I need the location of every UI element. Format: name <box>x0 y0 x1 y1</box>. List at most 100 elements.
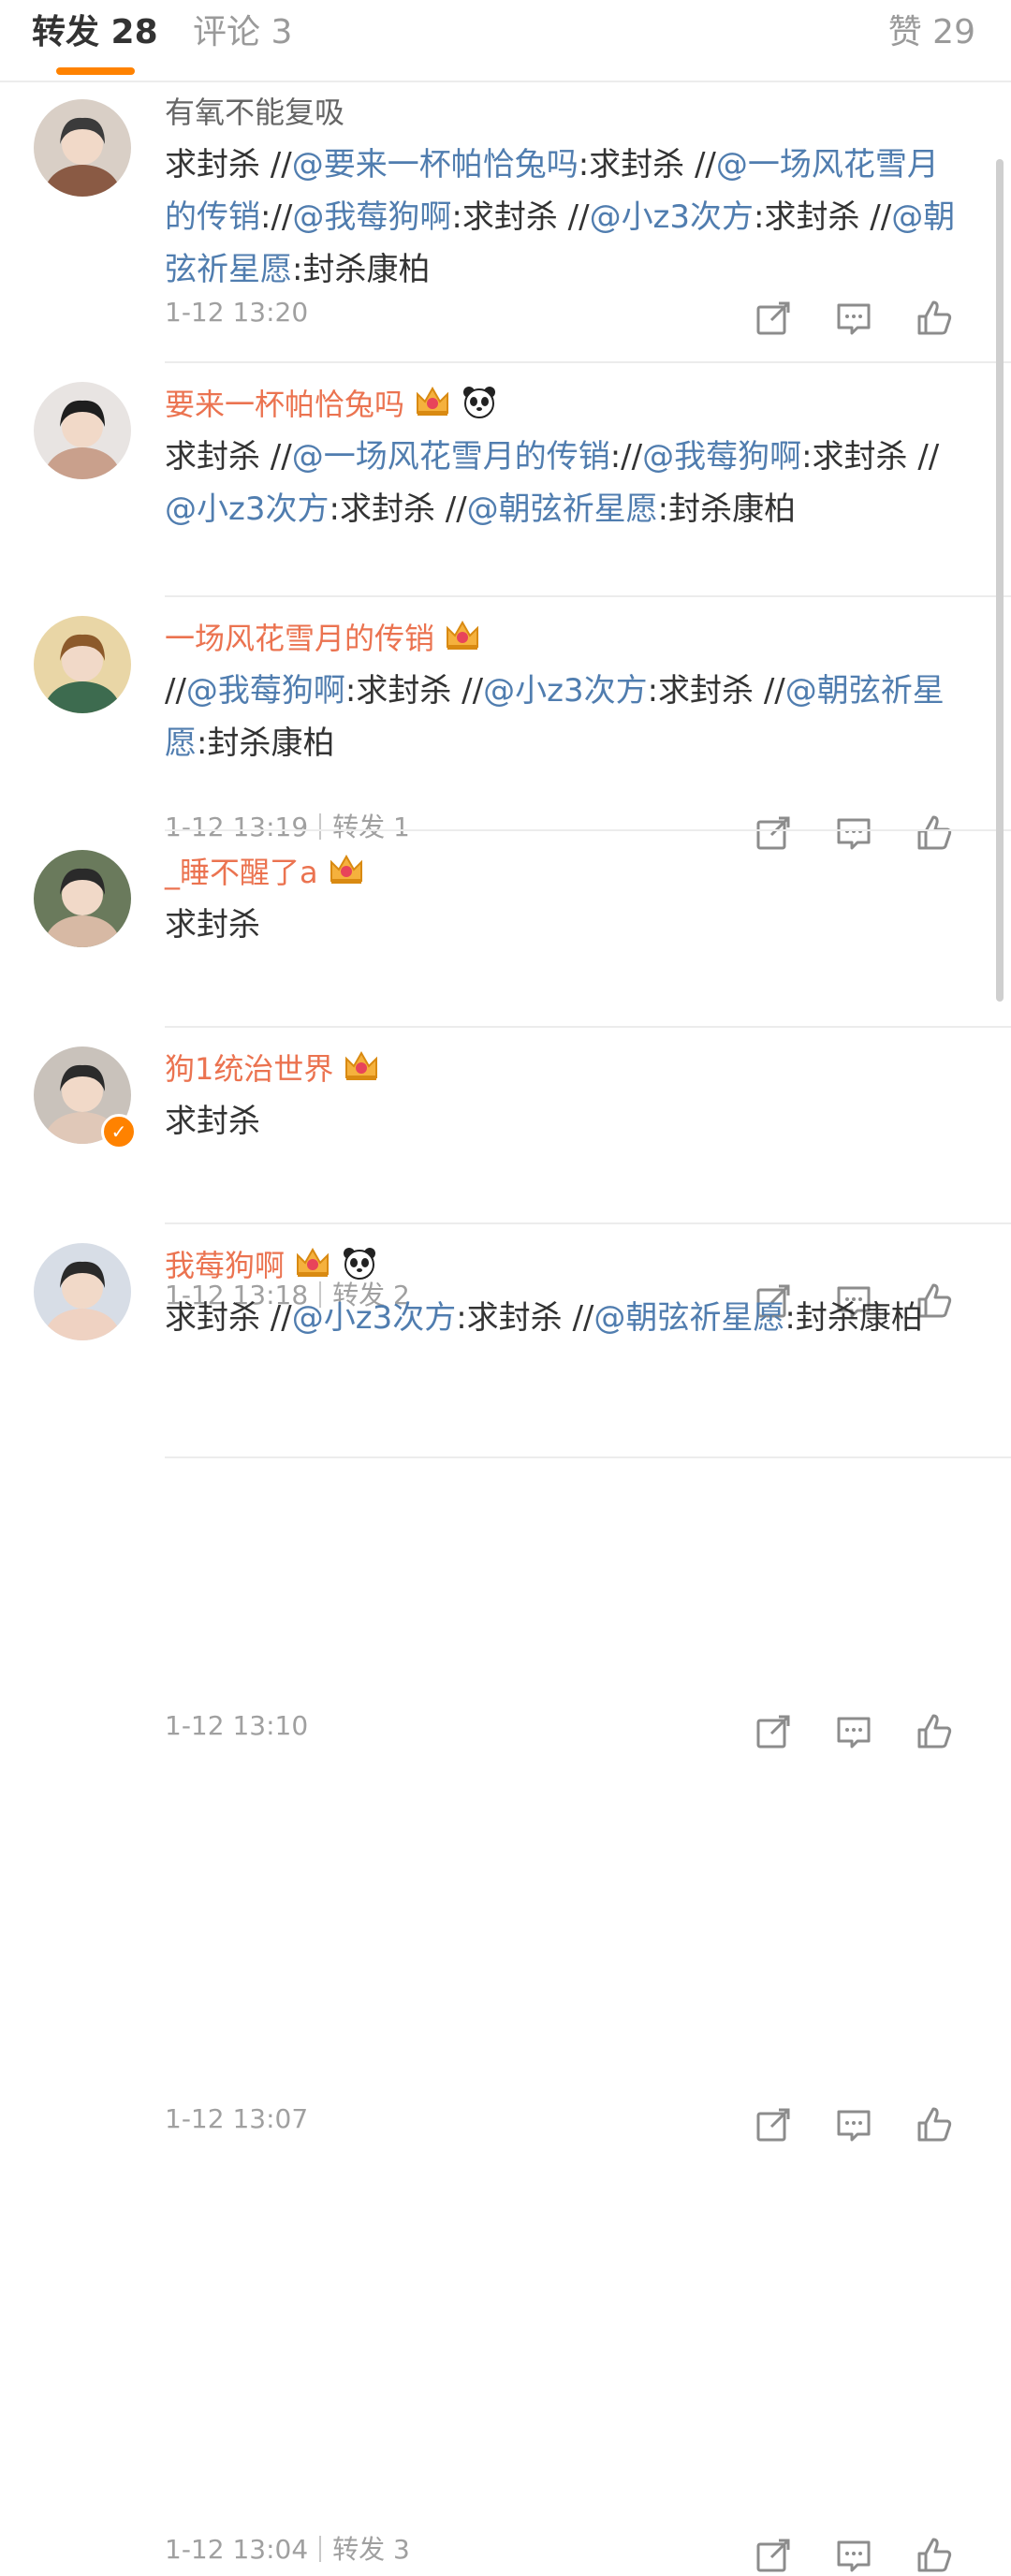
username[interactable]: 狗1统治世界 <box>165 1048 964 1090</box>
timestamp: 1-12 13:20 <box>165 297 309 328</box>
avatar[interactable] <box>34 99 131 197</box>
mention-link[interactable]: @小z3次方 <box>483 672 647 710</box>
mention-link[interactable]: @朝弦祈星愿 <box>467 490 658 528</box>
text-segment: :求封杀 // <box>456 1299 594 1337</box>
action-bar <box>753 298 959 339</box>
text-segment: :// <box>609 438 643 476</box>
crown-badge-icon[interactable] <box>328 853 365 886</box>
text-segment: :// <box>260 198 293 236</box>
username[interactable]: _睡不醒了a <box>165 852 964 893</box>
text-segment: :封杀康柏 <box>657 490 797 528</box>
crown-badge-icon[interactable] <box>444 619 481 652</box>
avatar[interactable] <box>34 382 131 479</box>
comment-icon[interactable] <box>833 2535 874 2576</box>
like-icon[interactable] <box>914 2535 955 2576</box>
repost-text: 求封杀 //@要来一杯帕恰兔吗:求封杀 //@一场风花雪月的传销://@我莓狗啊… <box>165 139 964 296</box>
text-segment: :求封杀 // <box>754 198 892 236</box>
verified-badge-icon: ✓ <box>101 1114 137 1149</box>
scrollbar[interactable] <box>996 159 1004 1002</box>
divider <box>165 1456 1011 1458</box>
mention-link[interactable]: @小z3次方 <box>165 490 329 528</box>
mention-link[interactable]: @小z3次方 <box>590 198 754 236</box>
username-text[interactable]: 有氧不能复吸 <box>165 95 344 130</box>
avatar[interactable] <box>34 616 131 713</box>
repost-item: 我莓狗啊求封杀 //@小z3次方:求封杀 //@朝弦祈星愿:封杀康柏 1-12 1… <box>0 1224 1011 2572</box>
text-segment: :封杀康柏 <box>784 1299 923 1337</box>
repost-icon[interactable] <box>753 2104 794 2145</box>
action-bar <box>753 1711 959 1752</box>
repost-body: 我莓狗啊求封杀 //@小z3次方:求封杀 //@朝弦祈星愿:封杀康柏 1-12 1… <box>165 1245 964 2572</box>
action-bar <box>753 2535 959 2576</box>
timestamp: 1-12 13:04 <box>165 2534 309 2565</box>
repost-meta: 1-12 13:20 <box>165 294 308 331</box>
username-text[interactable]: 一场风花雪月的传销 <box>165 621 434 656</box>
username-text[interactable]: _睡不醒了a <box>165 855 318 890</box>
text-segment: 求封杀 <box>165 1103 260 1140</box>
tab-comments[interactable]: 评论 3 <box>193 9 292 56</box>
comment-icon[interactable] <box>833 298 874 339</box>
crown-badge-icon[interactable] <box>414 385 451 418</box>
mention-link[interactable]: @要来一杯帕恰兔吗 <box>292 146 579 183</box>
mention-link[interactable]: @我莓狗啊 <box>642 438 801 476</box>
text-segment: 求封杀 <box>165 906 260 944</box>
text-segment: 求封杀 // <box>165 438 292 476</box>
text-segment: :求封杀 // <box>801 438 940 476</box>
username-text[interactable]: 要来一杯帕恰兔吗 <box>165 387 404 422</box>
username-text[interactable]: 狗1统治世界 <box>165 1051 333 1087</box>
repost-meta: 1-12 13:07 <box>165 2100 308 2138</box>
like-icon[interactable] <box>914 1711 955 1752</box>
repost-text: 求封杀 //@一场风花雪月的传销://@我莓狗啊:求封杀 //@小z3次方:求封… <box>165 431 964 535</box>
panda-icon[interactable] <box>341 1246 378 1280</box>
repost-text: 求封杀 //@小z3次方:求封杀 //@朝弦祈星愿:封杀康柏 <box>165 1292 964 1344</box>
text-segment: :求封杀 // <box>578 146 716 183</box>
timestamp: 1-12 13:07 <box>165 2103 309 2134</box>
comment-icon[interactable] <box>833 2104 874 2145</box>
tab-likes[interactable]: 赞 29 <box>888 9 975 56</box>
crown-badge-icon[interactable] <box>294 1246 331 1280</box>
text-segment: :求封杀 // <box>451 198 590 236</box>
username[interactable]: 有氧不能复吸 <box>165 92 964 133</box>
repost-icon[interactable] <box>753 1711 794 1752</box>
repost-body: _睡不醒了a 求封杀 1-12 13:10 <box>165 852 964 1749</box>
repost-item: 一场风花雪月的传销 //@我莓狗啊:求封杀 //@小z3次方:求封杀 //@朝弦祈… <box>0 597 1011 1318</box>
mention-link[interactable]: @小z3次方 <box>292 1299 456 1337</box>
mention-link[interactable]: @一场风花雪月的传销 <box>292 438 610 476</box>
mention-link[interactable]: @我莓狗啊 <box>292 198 451 236</box>
timestamp: 1-12 13:10 <box>165 1710 309 1741</box>
repost-body: 要来一杯帕恰兔吗 求封杀 //@一场风花雪月的传销://@我莓狗啊:求封杀 //@… <box>165 384 964 850</box>
text-segment: :求封杀 // <box>329 490 467 528</box>
avatar[interactable] <box>34 850 131 947</box>
text-segment: :封杀康柏 <box>197 724 335 762</box>
text-segment: :求封杀 // <box>344 672 484 710</box>
crown-badge-icon[interactable] <box>343 1049 380 1083</box>
username-text[interactable]: 我莓狗啊 <box>165 1248 285 1283</box>
repost-item: _睡不醒了a 求封杀 1-12 13:10 <box>0 831 1011 1749</box>
mention-link[interactable]: @朝弦祈星愿 <box>593 1299 784 1337</box>
repost-icon[interactable] <box>753 2535 794 2576</box>
active-tab-indicator <box>56 67 135 75</box>
meta-separator <box>319 2536 322 2562</box>
repost-text: 求封杀 <box>165 899 964 951</box>
repost-count[interactable]: 转发 3 <box>332 2534 410 2565</box>
repost-item: 要来一杯帕恰兔吗 求封杀 //@一场风花雪月的传销://@我莓狗啊:求封杀 //@… <box>0 363 1011 850</box>
avatar[interactable] <box>34 1243 131 1340</box>
panda-icon[interactable] <box>461 385 498 418</box>
action-bar <box>753 2104 959 2145</box>
comment-icon[interactable] <box>833 1711 874 1752</box>
text-segment: :封杀康柏 <box>292 251 431 288</box>
repost-icon[interactable] <box>753 298 794 339</box>
mention-link[interactable]: @我莓狗啊 <box>186 672 345 710</box>
tab-repost[interactable]: 转发 28 <box>32 9 158 56</box>
username[interactable]: 一场风花雪月的传销 <box>165 618 964 659</box>
username[interactable]: 我莓狗啊 <box>165 1245 964 1286</box>
repost-item: 有氧不能复吸求封杀 //@要来一杯帕恰兔吗:求封杀 //@一场风花雪月的传销:/… <box>0 82 1011 363</box>
tab-bar: 转发 28 评论 3 赞 29 <box>0 0 1011 82</box>
like-icon[interactable] <box>914 298 955 339</box>
repost-text: 求封杀 <box>165 1095 964 1148</box>
username[interactable]: 要来一杯帕恰兔吗 <box>165 384 964 425</box>
repost-meta: 1-12 13:10 <box>165 1707 308 1745</box>
text-segment: :求封杀 // <box>647 672 785 710</box>
repost-text: //@我莓狗啊:求封杀 //@小z3次方:求封杀 //@朝弦祈星愿:封杀康柏 <box>165 665 964 769</box>
repost-item: ✓ 狗1统治世界 求封杀 1-12 13:07 <box>0 1028 1011 2142</box>
like-icon[interactable] <box>914 2104 955 2145</box>
